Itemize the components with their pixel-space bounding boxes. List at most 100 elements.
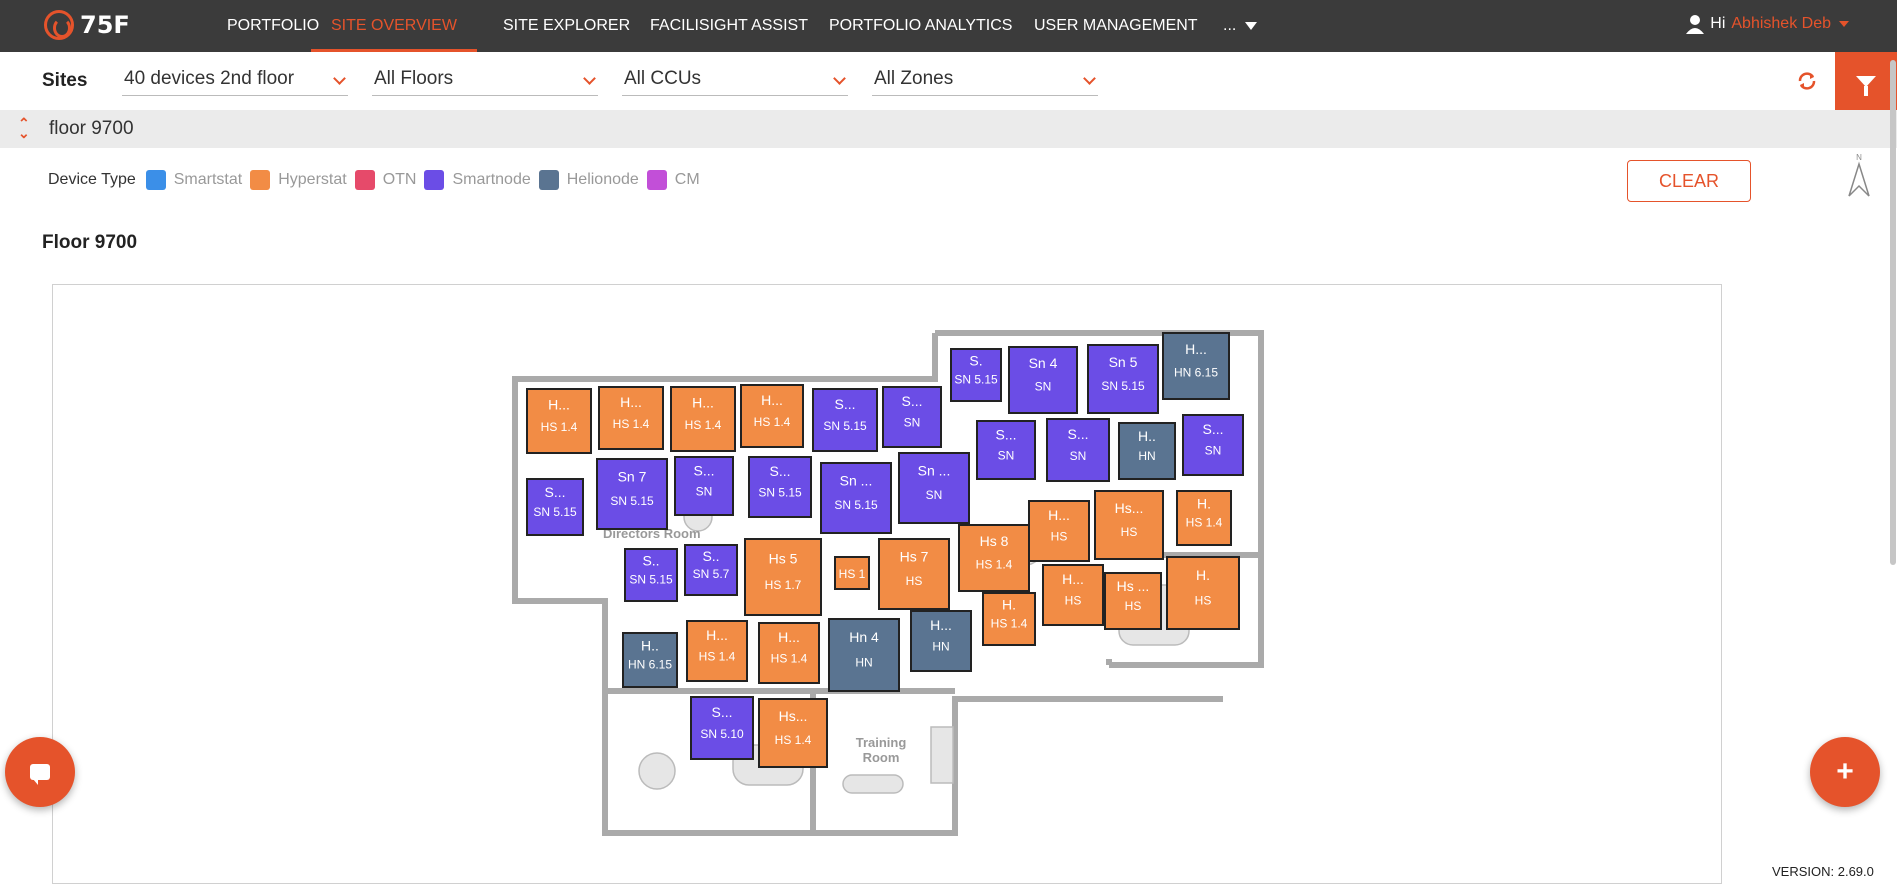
nav-facilisight-assist[interactable]: FACILISIGHT ASSIST xyxy=(650,0,808,52)
device-subtype: SN 5.7 xyxy=(693,567,730,581)
expand-collapse-icon[interactable]: ⌃ ⌄ xyxy=(18,116,30,140)
device-name: S.. xyxy=(642,553,659,569)
user-menu[interactable]: Hi Abhishek Deb xyxy=(1686,14,1849,34)
device-marker-hyperstat[interactable]: Hs 7 HS xyxy=(878,538,950,610)
chevron-down-icon xyxy=(833,72,846,85)
device-marker-smartnode[interactable]: Sn ... SN 5.15 xyxy=(820,462,892,534)
nav-user-management[interactable]: USER MANAGEMENT xyxy=(1034,0,1198,52)
device-marker-smartnode[interactable]: Sn 5 SN 5.15 xyxy=(1087,344,1159,414)
device-marker-smartnode[interactable]: S... SN xyxy=(674,456,734,516)
device-subtype: SN xyxy=(1070,449,1087,463)
device-marker-smartnode[interactable]: S... SN 5.15 xyxy=(748,456,812,518)
device-subtype: SN 5.15 xyxy=(1101,379,1145,393)
device-subtype: SN xyxy=(1205,444,1222,458)
device-marker-smartnode[interactable]: S.. SN 5.15 xyxy=(624,548,678,602)
page-scrollbar[interactable] xyxy=(1890,60,1896,565)
floor-title: Floor 9700 xyxy=(42,232,138,253)
legend-item-otn[interactable]: OTN xyxy=(354,170,417,190)
device-subtype: HS 1 xyxy=(839,567,866,581)
zone-select-value: All Zones xyxy=(874,68,954,89)
device-marker-helionode[interactable]: H... HN 6.15 xyxy=(1162,332,1230,400)
refresh-icon[interactable] xyxy=(1796,70,1818,92)
device-marker-hyperstat[interactable]: H... HS 1.4 xyxy=(598,386,664,450)
nav-more-menu[interactable]: ... xyxy=(1223,0,1257,52)
brand-logo[interactable]: 75F xyxy=(44,10,130,40)
device-marker-hyperstat[interactable]: Hs 5 HS 1.7 xyxy=(744,538,822,616)
device-marker-smartnode[interactable]: S.. SN 5.7 xyxy=(684,544,738,596)
device-name: Hn 4 xyxy=(849,629,879,645)
device-name: S... xyxy=(901,393,922,409)
device-name: S... xyxy=(693,463,714,479)
device-marker-smartnode[interactable]: Sn 7 SN 5.15 xyxy=(596,458,668,530)
device-name: Hs ... xyxy=(1117,578,1150,594)
device-name: S... xyxy=(1067,426,1088,442)
device-marker-helionode[interactable]: H.. HN 6.15 xyxy=(622,632,678,688)
legend-item-hyperstat[interactable]: Hyperstat xyxy=(250,170,347,190)
device-marker-smartnode[interactable]: Sn ... SN xyxy=(898,452,970,524)
floor-select[interactable]: All Floors xyxy=(372,68,598,96)
device-marker-hyperstat[interactable]: H. HS 1.4 xyxy=(1176,490,1232,546)
device-name: H.. xyxy=(1138,428,1156,444)
device-marker-hyperstat[interactable]: H... HS 1.4 xyxy=(758,622,820,684)
device-name: H.. xyxy=(641,637,659,653)
nav-site-overview[interactable]: SITE OVERVIEW xyxy=(311,0,477,52)
filter-button[interactable] xyxy=(1835,52,1897,110)
device-subtype: HN xyxy=(932,640,949,654)
device-marker-hyperstat[interactable]: H. HS xyxy=(1166,556,1240,630)
legend-label: OTN xyxy=(382,171,417,188)
device-marker-hyperstat[interactable]: H... HS 1.4 xyxy=(740,384,804,448)
device-subtype: SN 5.10 xyxy=(700,727,744,741)
ccu-select[interactable]: All CCUs xyxy=(622,68,848,96)
device-marker-hyperstat[interactable]: Hs... HS 1.4 xyxy=(758,698,828,768)
device-marker-smartnode[interactable]: Sn 4 SN xyxy=(1008,346,1078,414)
floor-plan-canvas[interactable]: Directors Room Training Room H... HS 1.4 H.… xyxy=(52,284,1722,884)
chat-button[interactable] xyxy=(5,737,75,807)
device-marker-helionode[interactable]: Hn 4 HN xyxy=(828,618,900,692)
device-marker-smartnode[interactable]: S. SN 5.15 xyxy=(950,348,1002,402)
device-marker-helionode[interactable]: H... HN xyxy=(910,610,972,672)
device-marker-hyperstat[interactable]: H... HS xyxy=(1028,500,1090,562)
device-subtype: HS xyxy=(1121,525,1138,539)
device-subtype: SN xyxy=(1035,380,1052,394)
device-marker-smartnode[interactable]: S... SN xyxy=(976,420,1036,480)
legend-item-smartnode[interactable]: Smartnode xyxy=(424,170,531,190)
device-marker-smartnode[interactable]: S... SN 5.15 xyxy=(526,478,584,536)
device-marker-hyperstat[interactable]: H... HS xyxy=(1042,564,1104,626)
device-marker-hyperstat[interactable]: Hs... HS xyxy=(1094,490,1164,560)
device-marker-hyperstat[interactable]: HS 1 xyxy=(834,556,870,590)
device-marker-hyperstat[interactable]: H... HS 1.4 xyxy=(526,388,592,454)
device-name: H... xyxy=(692,394,714,410)
clear-button[interactable]: CLEAR xyxy=(1627,160,1751,202)
device-subtype: HS 1.4 xyxy=(991,616,1028,630)
device-marker-smartnode[interactable]: S... SN xyxy=(1182,414,1244,476)
device-marker-hyperstat[interactable]: H... HS 1.4 xyxy=(686,620,748,682)
device-marker-smartnode[interactable]: S... SN 5.10 xyxy=(690,696,754,760)
device-marker-hyperstat[interactable]: H. HS 1.4 xyxy=(982,592,1036,646)
device-marker-hyperstat[interactable]: Hs 8 HS 1.4 xyxy=(958,524,1030,592)
legend-label: Smartnode xyxy=(452,171,531,188)
device-name: H. xyxy=(1002,597,1016,613)
chevron-down-icon xyxy=(583,72,596,85)
zone-select[interactable]: All Zones xyxy=(872,68,1098,96)
site-select[interactable]: 40 devices 2nd floor xyxy=(122,68,348,96)
nav-site-explorer[interactable]: SITE EXPLORER xyxy=(503,0,630,52)
device-marker-smartnode[interactable]: S... SN xyxy=(882,386,942,448)
device-subtype: SN 5.15 xyxy=(610,494,654,508)
nav-portfolio[interactable]: PORTFOLIO xyxy=(227,0,319,52)
legend-item-helionode[interactable]: Helionode xyxy=(538,170,639,190)
legend-item-cm[interactable]: CM xyxy=(646,170,700,190)
add-button[interactable]: + xyxy=(1810,737,1880,807)
device-subtype: HS 1.4 xyxy=(699,650,736,664)
legend-swatch xyxy=(424,170,445,190)
nav-portfolio-analytics[interactable]: PORTFOLIO ANALYTICS xyxy=(829,0,1012,52)
device-marker-hyperstat[interactable]: H... HS 1.4 xyxy=(670,386,736,452)
user-greeting: Hi xyxy=(1710,15,1726,32)
device-name: S. xyxy=(969,353,982,369)
device-name: H... xyxy=(1048,507,1070,523)
device-marker-smartnode[interactable]: S... SN xyxy=(1046,418,1110,482)
device-marker-smartnode[interactable]: S... SN 5.15 xyxy=(812,388,878,452)
legend-item-smartstat[interactable]: Smartstat xyxy=(145,170,242,190)
nav-more-label: ... xyxy=(1223,17,1237,34)
device-marker-helionode[interactable]: H.. HN xyxy=(1118,422,1176,480)
device-marker-hyperstat[interactable]: Hs ... HS xyxy=(1104,572,1162,630)
